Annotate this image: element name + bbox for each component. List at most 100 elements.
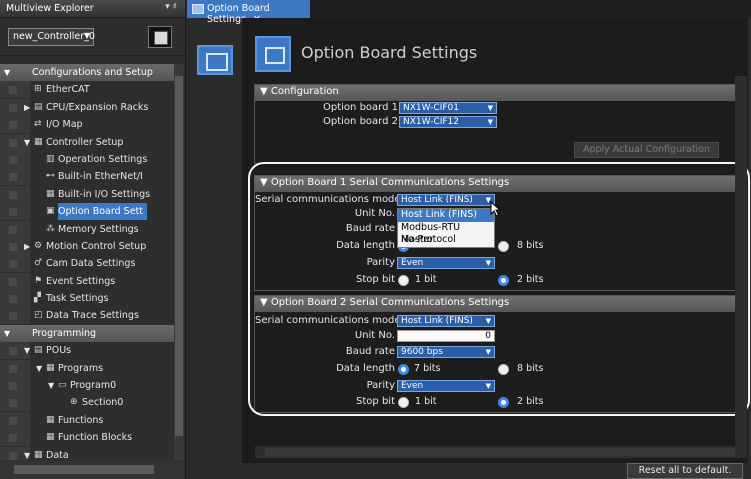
tree-item-label: Motion Control Setup [46,240,147,252]
tree-gutter [0,203,30,221]
tree-item[interactable]: ⊷ Built-in EtherNet/I [0,168,174,186]
collapse-arrow-icon[interactable]: ▶ [24,99,30,116]
explorer-title: Multiview Explorer [6,3,94,14]
document-board-icon [197,45,233,75]
tree-item-label: Data [46,449,69,460]
tree-item[interactable]: ▼ Configurations and Setup [0,64,174,82]
expand-arrow-icon[interactable]: ▼ [4,325,10,342]
tree-item[interactable]: ⇄ I/O Map [0,116,174,134]
editor-vertical-scrollbar[interactable] [735,76,747,454]
tree-item[interactable]: ▼ Programming [0,324,174,343]
tree-item-label: Built-in EtherNet/I [58,171,143,183]
tree-item-label: Configurations and Setup [32,67,153,78]
tree-node-icon: ▞ [34,293,41,304]
board-icon [192,4,204,14]
tree-item-label: EtherCAT [46,84,90,96]
tree-item[interactable]: ▦ Built-in I/O Settings [0,185,174,203]
tree-item[interactable]: ▦ Function Blocks [0,429,174,447]
tree-gutter [0,359,30,377]
tree-item-label: Built-in I/O Settings [58,188,151,200]
tree-gutter [0,307,30,325]
tree-item[interactable]: ▼ ▭ Program0 [0,377,174,395]
tree-item-label: CPU/Expansion Racks [46,101,149,113]
tree-item-label: Event Settings [46,275,116,287]
tree-item-label: Operation Settings [58,153,148,165]
tree-item-label: I/O Map [46,119,83,131]
tree-gutter [0,150,30,168]
tree-item[interactable]: ⊞ EtherCAT [0,81,174,99]
tree-item[interactable]: ▼ ▦ Controller Setup [0,133,174,151]
tree-item-label: Functions [58,414,104,426]
tab-option-board-settings[interactable]: Option Board Settings ✕ [187,0,310,25]
dropdown-option[interactable]: Modbus-RTU Master [398,222,494,245]
expand-arrow-icon[interactable]: ▼ [24,134,30,151]
tree-item[interactable]: ▼ ▤ POUs [0,342,174,360]
tree-node-icon: ⊷ [46,171,55,182]
explorer-horizontal-scrollbar[interactable] [0,461,184,479]
controller-name: new_Controller_0 [13,31,95,42]
dropdown-option[interactable]: No-Protocol [398,234,494,247]
tree-item[interactable]: ⊕ Section0 [0,394,174,412]
tree-item[interactable]: ⁂ Memory Settings [0,220,174,238]
expand-arrow-icon[interactable]: ▼ [4,64,10,81]
tab-strip: Option Board Settings ✕ [187,0,751,25]
option-board-2-label: Option board 2 [323,116,398,127]
expand-arrow-icon[interactable]: ▼ [24,342,30,359]
tree-item-label: Program0 [70,380,117,392]
option-board-1-select[interactable]: NX1W-CIF01 ▼ [399,102,497,114]
expand-arrow-icon[interactable]: ▼ [36,360,42,377]
tree-item[interactable]: ▶ ▤ CPU/Expansion Racks [0,98,174,116]
tree-gutter [0,394,30,412]
page-title: Option Board Settings [301,43,478,62]
explorer-vertical-scrollbar[interactable] [174,64,184,460]
tree-item-label: Function Blocks [58,432,133,444]
tree-item[interactable]: ▣ Option Board Sett [0,203,174,221]
chevron-down-icon: ▼ [487,104,493,112]
tree-node-icon: ◰ [34,310,43,321]
tree-gutter [0,116,30,134]
tree-node-icon: ▥ [46,153,55,164]
tree-gutter [0,255,30,273]
controller-icon[interactable] [148,26,172,48]
tree-item[interactable]: ⚑ Event Settings [0,272,174,290]
option-board-2-value: NX1W-CIF12 [403,117,459,127]
multiview-explorer-pane: Multiview Explorer ▾ ♯ new_Controller_0 … [0,0,186,479]
dropdown-option[interactable]: Host Link (FINS) [398,209,494,222]
tree-item[interactable]: ▼ ▦ Data [0,446,174,460]
configuration-header[interactable]: ▼ Configuration [255,85,743,101]
scroll-thumb[interactable] [265,448,735,456]
tree-item[interactable]: ◰ Data Trace Settings [0,307,174,325]
tree-gutter [0,411,30,429]
explorer-pin-controls[interactable]: ▾ ♯ [165,2,177,12]
board-icon [255,36,291,72]
scroll-thumb[interactable] [175,76,183,436]
tree-node-icon: ⊞ [34,84,42,95]
scroll-thumb[interactable] [14,465,154,474]
mode-dropdown-list[interactable]: Host Link (FINS) Modbus-RTU Master No-Pr… [397,208,495,248]
tree-item[interactable]: ▞ Task Settings [0,290,174,308]
tree-item-label: Controller Setup [46,136,124,148]
reset-all-button[interactable]: Reset all to default. [627,463,743,479]
tree-node-icon: ⊕ [70,397,78,408]
tree-node-icon: ▦ [46,432,55,443]
tree-item[interactable]: ▶ ⚙ Motion Control Setup [0,237,174,255]
tree-item[interactable]: ▦ Functions [0,411,174,429]
collapse-arrow-icon[interactable]: ▶ [24,238,30,255]
tree-item[interactable]: ▼ ▦ Programs [0,359,174,377]
editor-horizontal-scrollbar[interactable] [255,446,747,458]
tree-node-icon: ▦ [46,188,55,199]
tree-node-icon: ▭ [58,380,67,391]
controller-select[interactable]: new_Controller_0 ▼ [8,28,95,46]
tree-gutter [0,377,30,395]
tree-item[interactable]: ♂ Cam Data Settings [0,255,174,273]
tree-gutter [0,429,30,447]
expand-arrow-icon[interactable]: ▼ [24,447,30,460]
apply-actual-configuration-button[interactable]: Apply Actual Configuration [574,142,719,158]
page-header: Option Board Settings [255,36,748,76]
tree-item-label: Option Board Sett [58,203,147,221]
option-board-2-select[interactable]: NX1W-CIF12 ▼ [399,116,497,128]
tree-node-icon: ♂ [34,258,43,269]
tree-node-icon: ▦ [46,362,55,373]
expand-arrow-icon[interactable]: ▼ [48,377,54,394]
tree-item[interactable]: ▥ Operation Settings [0,150,174,168]
